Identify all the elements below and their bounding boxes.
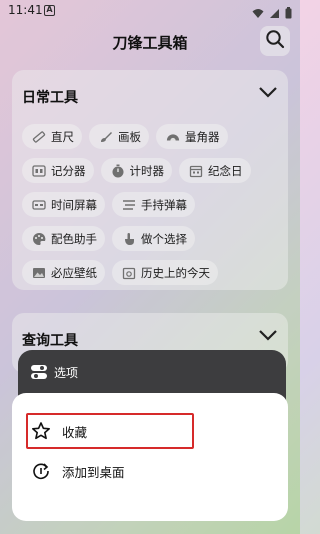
favorite-label: 收藏	[62, 424, 88, 440]
add-to-desktop-menu-item[interactable]: 添加到桌面	[26, 453, 194, 489]
favorite-menu-item[interactable]: 收藏	[26, 413, 194, 449]
add-to-desktop-label: 添加到桌面	[62, 464, 125, 480]
options-toggle-icon	[30, 363, 48, 381]
context-menu-sheet: 收藏 添加到桌面	[12, 393, 288, 521]
add-to-home-icon	[30, 460, 52, 482]
context-menu-title: 选项	[54, 366, 79, 380]
star-icon	[30, 420, 52, 442]
